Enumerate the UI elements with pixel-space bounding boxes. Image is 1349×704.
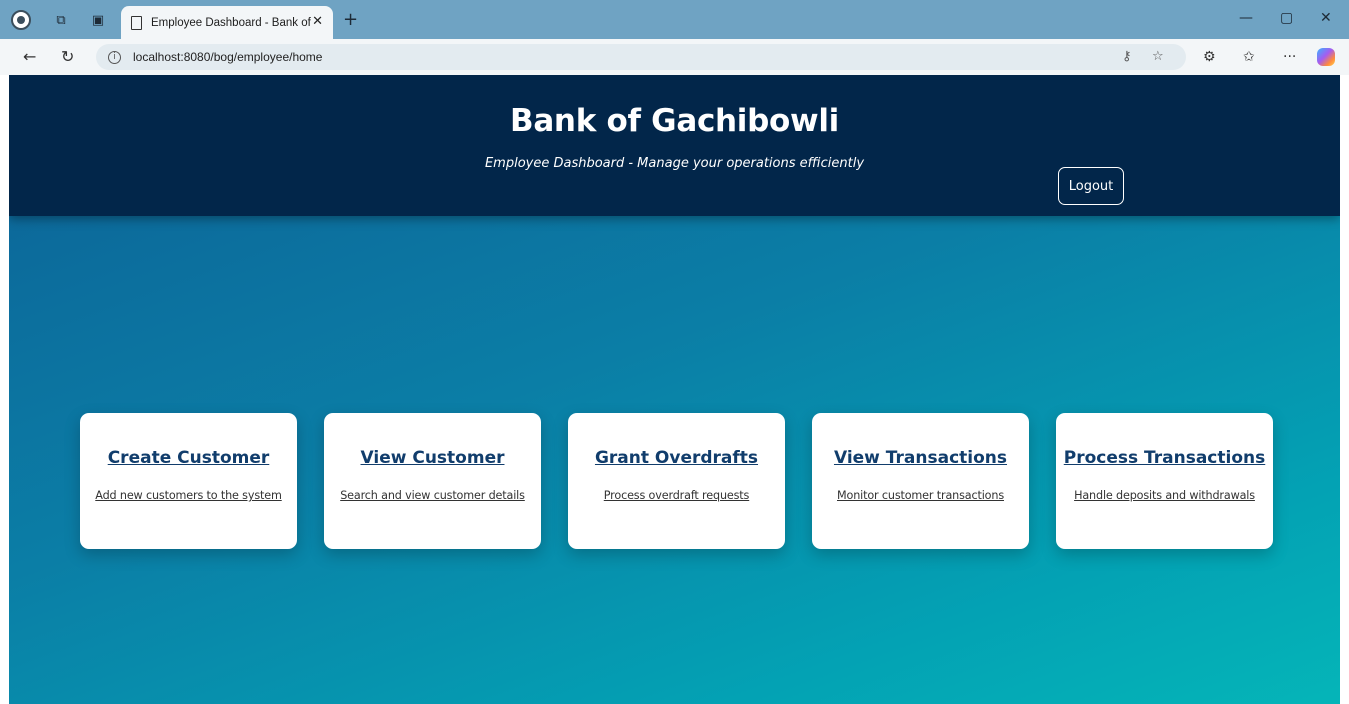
app-header: Bank of Gachibowli Employee Dashboard - … <box>9 75 1340 216</box>
profile-icon[interactable] <box>11 10 31 30</box>
card-description[interactable]: Process overdraft requests <box>568 489 785 502</box>
card-title[interactable]: View Customer <box>324 448 541 468</box>
logout-button[interactable]: Logout <box>1058 167 1124 205</box>
card-create-customer[interactable]: Create Customer Add new customers to the… <box>80 413 297 549</box>
tab-actions-icon[interactable]: ▣ <box>89 11 107 29</box>
card-grant-overdrafts[interactable]: Grant Overdrafts Process overdraft reque… <box>568 413 785 549</box>
reload-icon[interactable]: ↻ <box>61 47 74 66</box>
key-icon[interactable]: ⚷ <box>1122 49 1132 64</box>
url-text: localhost:8080/bog/employee/home <box>133 50 323 64</box>
card-title[interactable]: Create Customer <box>80 448 297 468</box>
restore-button[interactable]: ▢ <box>1280 10 1293 26</box>
minimize-button[interactable]: — <box>1239 10 1253 26</box>
new-tab-button[interactable]: + <box>343 9 358 30</box>
workspaces-icon[interactable]: ⧉ <box>52 11 70 29</box>
card-title[interactable]: Grant Overdrafts <box>568 448 785 468</box>
card-view-customer[interactable]: View Customer Search and view customer d… <box>324 413 541 549</box>
card-description[interactable]: Add new customers to the system <box>80 489 297 502</box>
card-description[interactable]: Search and view customer details <box>324 489 541 502</box>
extensions-icon[interactable]: ⚙ <box>1203 49 1216 65</box>
card-description[interactable]: Handle deposits and withdrawals <box>1056 489 1273 502</box>
favorite-star-icon[interactable]: ☆ <box>1152 49 1164 64</box>
app-title: Bank of Gachibowli <box>509 103 840 139</box>
back-icon[interactable]: ← <box>23 47 36 66</box>
url-field[interactable]: i localhost:8080/bog/employee/home ⚷ ☆ <box>96 44 1186 70</box>
window-close-button[interactable]: ✕ <box>1320 10 1332 26</box>
browser-tab-bar: ⧉ ▣ Employee Dashboard - Bank of G ✕ + —… <box>0 0 1349 39</box>
more-icon[interactable]: ··· <box>1283 49 1296 65</box>
card-process-transactions[interactable]: Process Transactions Handle deposits and… <box>1056 413 1273 549</box>
card-title[interactable]: View Transactions <box>812 448 1029 468</box>
action-cards: Create Customer Add new customers to the… <box>80 413 1274 549</box>
site-info-icon[interactable]: i <box>108 50 121 64</box>
browser-address-bar: ← ↻ i localhost:8080/bog/employee/home ⚷… <box>0 39 1349 75</box>
card-description[interactable]: Monitor customer transactions <box>812 489 1029 502</box>
page-viewport: Bank of Gachibowli Employee Dashboard - … <box>9 75 1340 704</box>
favorites-icon[interactable]: ✩ <box>1243 49 1255 65</box>
card-title[interactable]: Process Transactions <box>1056 448 1273 468</box>
card-view-transactions[interactable]: View Transactions Monitor customer trans… <box>812 413 1029 549</box>
app-subtitle: Employee Dashboard - Manage your operati… <box>484 156 865 171</box>
tab-title: Employee Dashboard - Bank of G <box>151 16 311 29</box>
browser-tab-active[interactable]: Employee Dashboard - Bank of G ✕ <box>121 6 333 39</box>
page-icon <box>131 15 142 30</box>
tab-close-icon[interactable]: ✕ <box>312 14 323 29</box>
copilot-icon[interactable] <box>1317 48 1335 66</box>
